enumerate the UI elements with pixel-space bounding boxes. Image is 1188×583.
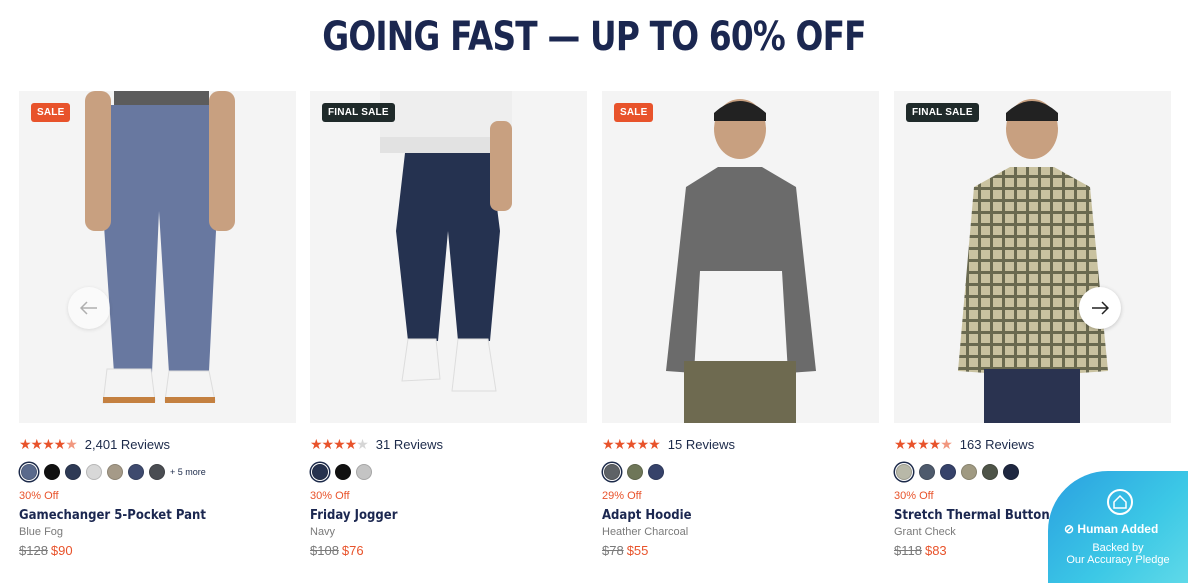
product-name[interactable]: Adapt Hoodie xyxy=(602,508,851,523)
rating-row: ★★★★★ 31 Reviews xyxy=(310,435,587,453)
swatch[interactable] xyxy=(919,464,935,480)
review-count[interactable]: 15 Reviews xyxy=(668,437,735,452)
swatch-navy[interactable] xyxy=(312,464,328,480)
product-name[interactable]: Friday Jogger xyxy=(310,508,559,523)
sale-price: $90 xyxy=(50,543,73,558)
product-image[interactable]: FINAL SALE xyxy=(894,91,1171,423)
hoodie-figure-illustration xyxy=(666,99,816,423)
original-price: $78 xyxy=(602,543,624,558)
original-price: $118 xyxy=(894,543,922,558)
product-card-friday-jogger[interactable]: FINAL SALE ★★★★★ 31 Reviews 30% Off Frid… xyxy=(310,91,587,558)
pant-figure-illustration xyxy=(85,91,235,404)
arrow-left-icon xyxy=(80,301,97,315)
product-card-gamechanger[interactable]: SALE ★★★★★ 2,401 Reviews + 5 more 30% Of… xyxy=(19,91,296,558)
swatch[interactable] xyxy=(982,464,998,480)
color-swatches xyxy=(602,463,879,481)
price: $108 $76 xyxy=(310,543,587,558)
swatch[interactable] xyxy=(65,464,81,480)
human-added-label: ⊘ Human Added xyxy=(1064,522,1159,536)
swatch-blue-fog[interactable] xyxy=(21,464,37,480)
product-image[interactable]: SALE xyxy=(19,91,296,423)
swatch[interactable] xyxy=(149,464,165,480)
sale-price: $76 xyxy=(341,543,364,558)
discount-label: 29% Off xyxy=(602,490,642,502)
shirt-figure-illustration xyxy=(958,99,1108,423)
rating-row: ★★★★★ 2,401 Reviews xyxy=(19,435,296,453)
swatch[interactable] xyxy=(107,464,123,480)
check-circle-icon: ⊘ xyxy=(1064,522,1075,536)
color-swatches: + 5 more xyxy=(19,463,296,481)
review-count[interactable]: 2,401 Reviews xyxy=(85,437,170,452)
swatch[interactable] xyxy=(44,464,60,480)
star-rating: ★★★★★ xyxy=(894,435,953,452)
product-carousel: SALE ★★★★★ 2,401 Reviews + 5 more 30% Of… xyxy=(0,91,1188,571)
star-rating: ★★★★★ xyxy=(602,435,661,452)
color-swatches xyxy=(310,463,587,481)
price: $78 $55 xyxy=(602,543,879,558)
sale-price: $83 xyxy=(924,543,947,558)
jogger-figure-illustration xyxy=(380,91,512,392)
product-card-adapt-hoodie[interactable]: SALE ★★★★★ 15 Reviews 29% Off Adapt Hood… xyxy=(602,91,879,558)
swatch[interactable] xyxy=(961,464,977,480)
original-price: $108 xyxy=(310,543,339,558)
discount-label: 30% Off xyxy=(310,490,350,502)
more-colors-link[interactable]: + 5 more xyxy=(170,467,206,477)
swatch[interactable] xyxy=(356,464,372,480)
swatch[interactable] xyxy=(86,464,102,480)
product-color: Heather Charcoal xyxy=(602,526,689,538)
product-image[interactable]: FINAL SALE xyxy=(310,91,587,423)
price: $128 $90 xyxy=(19,543,296,558)
section-headline: GOING FAST — UP TO 60% OFF xyxy=(322,14,866,60)
accuracy-pledge-widget[interactable]: ⊘ Human Added Backed by Our Accuracy Ple… xyxy=(1048,471,1188,583)
review-count[interactable]: 163 Reviews xyxy=(960,437,1034,452)
product-color: Blue Fog xyxy=(19,526,64,538)
sale-badge: SALE xyxy=(614,103,654,122)
star-rating: ★★★★★ xyxy=(19,435,78,452)
swatch[interactable] xyxy=(627,464,643,480)
swatch[interactable] xyxy=(128,464,144,480)
arrow-right-icon xyxy=(1092,301,1109,315)
product-image[interactable]: SALE xyxy=(602,91,879,423)
sale-price: $55 xyxy=(626,543,649,558)
swatch-grant-check[interactable] xyxy=(896,464,912,480)
house-logo-icon xyxy=(1107,489,1133,515)
final-sale-badge: FINAL SALE xyxy=(322,103,395,122)
discount-label: 30% Off xyxy=(19,490,59,502)
review-count[interactable]: 31 Reviews xyxy=(376,437,443,452)
product-name[interactable]: Gamechanger 5-Pocket Pant xyxy=(19,508,268,523)
swatch[interactable] xyxy=(335,464,351,480)
swatch[interactable] xyxy=(940,464,956,480)
carousel-next-button[interactable] xyxy=(1079,287,1121,329)
swatch[interactable] xyxy=(648,464,664,480)
original-price: $128 xyxy=(19,543,48,558)
carousel-prev-button[interactable] xyxy=(68,287,110,329)
rating-row: ★★★★★ 163 Reviews xyxy=(894,435,1171,453)
rating-row: ★★★★★ 15 Reviews xyxy=(602,435,879,453)
pledge-text: Backed by Our Accuracy Pledge xyxy=(1066,542,1170,566)
product-color: Navy xyxy=(310,526,336,538)
swatch[interactable] xyxy=(1003,464,1019,480)
star-rating: ★★★★★ xyxy=(310,435,369,452)
sale-badge: SALE xyxy=(31,103,71,122)
swatch-heather-charcoal[interactable] xyxy=(604,464,620,480)
final-sale-badge: FINAL SALE xyxy=(906,103,979,122)
